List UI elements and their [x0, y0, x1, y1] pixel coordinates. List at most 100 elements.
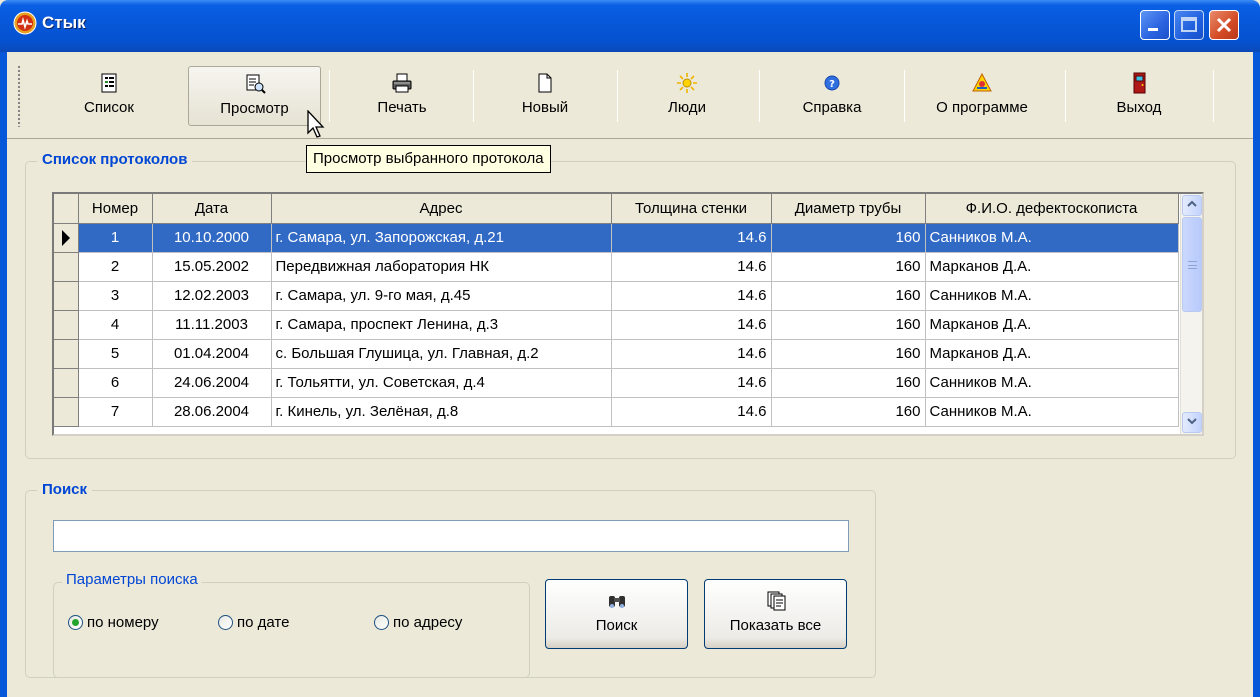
cell-address[interactable]: Передвижная лаборатория НК: [271, 252, 612, 282]
cell-address[interactable]: г. Самара, ул. Запорожская, д.21: [271, 223, 612, 253]
radio-button[interactable]: [218, 614, 233, 630]
cell-wall-thickness[interactable]: 14.6: [611, 252, 772, 282]
column-header-inspector[interactable]: Ф.И.О. дефектоскописта: [925, 194, 1179, 224]
title-bar[interactable]: Стык: [0, 0, 1260, 52]
cell-address[interactable]: г. Самара, ул. 9-го мая, д.45: [271, 281, 612, 311]
cell-number[interactable]: 7: [78, 397, 153, 427]
column-header-date[interactable]: Дата: [152, 194, 272, 224]
column-header-pipe-diameter[interactable]: Диаметр трубы: [771, 194, 926, 224]
row-indicator[interactable]: [54, 310, 79, 340]
toolbar-help-button[interactable]: ? Справка: [772, 66, 892, 126]
cell-pipe-diameter[interactable]: 160: [771, 281, 926, 311]
scroll-up-button[interactable]: [1182, 195, 1202, 216]
cell-date[interactable]: 15.05.2002: [152, 252, 272, 282]
cell-pipe-diameter[interactable]: 160: [771, 339, 926, 369]
table-row[interactable]: 6 24.06.2004 г. Тольятти, ул. Советская, д…: [54, 368, 1179, 398]
search-params-title: Параметры поиска: [62, 571, 202, 588]
toolbar-about-button[interactable]: О программе: [912, 66, 1052, 126]
cell-date[interactable]: 12.02.2003: [152, 281, 272, 311]
column-header-address[interactable]: Адрес: [271, 194, 612, 224]
toolbar-exit-label: Выход: [1116, 99, 1162, 116]
table-row[interactable]: 5 01.04.2004 с. Большая Глушица, ул. Главн…: [54, 339, 1179, 369]
window-title: Стык: [42, 13, 86, 32]
help-icon: ?: [824, 75, 840, 91]
cell-date[interactable]: 28.06.2004: [152, 397, 272, 427]
cell-date[interactable]: 24.06.2004: [152, 368, 272, 398]
toolbar-people-button[interactable]: Люди: [627, 66, 747, 126]
radio-by-address[interactable]: по адресу: [374, 613, 462, 635]
cell-number[interactable]: 2: [78, 252, 153, 282]
table-row[interactable]: 1 10.10.2000 г. Самара, ул. Запорожская, д…: [54, 223, 1179, 253]
cell-wall-thickness[interactable]: 14.6: [611, 310, 772, 340]
toolbar-new-label: Новый: [521, 99, 569, 116]
printer-icon: [392, 73, 412, 93]
cell-pipe-diameter[interactable]: 160: [771, 368, 926, 398]
cell-wall-thickness[interactable]: 14.6: [611, 397, 772, 427]
cell-wall-thickness[interactable]: 14.6: [611, 368, 772, 398]
row-indicator[interactable]: [54, 281, 79, 311]
cell-address[interactable]: г. Самара, проспект Ленина, д.3: [271, 310, 612, 340]
main-window: Стык Список Просмотр Печать Новый Люди ?…: [0, 0, 1260, 697]
cell-wall-thickness[interactable]: 14.6: [611, 281, 772, 311]
toolbar-print-button[interactable]: Печать: [342, 66, 462, 126]
cell-inspector[interactable]: Марканов Д.А.: [925, 252, 1179, 282]
radio-by-date[interactable]: по дате: [218, 613, 289, 635]
cell-pipe-diameter[interactable]: 160: [771, 252, 926, 282]
cell-inspector[interactable]: Марканов Д.А.: [925, 339, 1179, 369]
table-row[interactable]: 4 11.11.2003 г. Самара, проспект Ленина, д…: [54, 310, 1179, 340]
grid-vertical-scrollbar[interactable]: [1180, 194, 1202, 434]
search-input[interactable]: [53, 520, 849, 552]
row-indicator[interactable]: [54, 368, 79, 398]
toolbar-list-button[interactable]: Список: [57, 66, 161, 126]
cell-number[interactable]: 6: [78, 368, 153, 398]
cell-number[interactable]: 4: [78, 310, 153, 340]
row-indicator[interactable]: [54, 397, 79, 427]
table-row[interactable]: 7 28.06.2004 г. Кинель, ул. Зелёная, д.8 14…: [54, 397, 1179, 427]
row-indicator[interactable]: [54, 339, 79, 369]
cell-pipe-diameter[interactable]: 160: [771, 223, 926, 253]
table-row[interactable]: 2 15.05.2002 Передвижная лаборатория НК 14.…: [54, 252, 1179, 282]
show-all-button[interactable]: Показать все: [704, 579, 847, 649]
toolbar-view-label: Просмотр: [220, 100, 289, 117]
toolbar-view-button[interactable]: Просмотр: [188, 66, 321, 126]
toolbar-about-label: О программе: [936, 99, 1028, 116]
cell-inspector[interactable]: Санников М.А.: [925, 397, 1179, 427]
cell-number[interactable]: 3: [78, 281, 153, 311]
toolbar-new-button[interactable]: Новый: [485, 66, 605, 126]
close-button[interactable]: [1209, 10, 1239, 40]
table-row[interactable]: 3 12.02.2003 г. Самара, ул. 9-го мая, д.45…: [54, 281, 1179, 311]
cell-address[interactable]: г. Тольятти, ул. Советская, д.4: [271, 368, 612, 398]
toolbar-exit-button[interactable]: Выход: [1079, 66, 1199, 126]
cell-wall-thickness[interactable]: 14.6: [611, 223, 772, 253]
cell-number[interactable]: 5: [78, 339, 153, 369]
cell-date[interactable]: 01.04.2004: [152, 339, 272, 369]
toolbar-separator: [1065, 70, 1066, 122]
cell-pipe-diameter[interactable]: 160: [771, 310, 926, 340]
cell-inspector[interactable]: Марканов Д.А.: [925, 310, 1179, 340]
cell-date[interactable]: 11.11.2003: [152, 310, 272, 340]
row-indicator[interactable]: [54, 252, 79, 282]
maximize-button[interactable]: [1174, 10, 1204, 40]
radio-button[interactable]: [374, 614, 389, 630]
scroll-down-button[interactable]: [1182, 412, 1202, 433]
row-indicator[interactable]: [54, 223, 79, 253]
cell-address[interactable]: с. Большая Глушица, ул. Главная, д.2: [271, 339, 612, 369]
cell-address[interactable]: г. Кинель, ул. Зелёная, д.8: [271, 397, 612, 427]
minimize-button[interactable]: [1140, 10, 1170, 40]
column-header-number[interactable]: Номер: [78, 194, 153, 224]
column-header-wall-thickness[interactable]: Толщина стенки: [611, 194, 772, 224]
radio-by-number[interactable]: по номеру: [68, 613, 159, 635]
cell-inspector[interactable]: Санников М.А.: [925, 223, 1179, 253]
search-button[interactable]: Поиск: [545, 579, 688, 649]
cell-date[interactable]: 10.10.2000: [152, 223, 272, 253]
cell-inspector[interactable]: Санников М.А.: [925, 281, 1179, 311]
protocols-table: Номер Дата Адрес Толщина стенки Диаметр …: [54, 194, 1179, 427]
cell-inspector[interactable]: Санников М.А.: [925, 368, 1179, 398]
toolbar-grip[interactable]: [17, 65, 22, 127]
cell-pipe-diameter[interactable]: 160: [771, 397, 926, 427]
protocols-grid[interactable]: Номер Дата Адрес Толщина стенки Диаметр …: [52, 192, 1204, 436]
cell-wall-thickness[interactable]: 14.6: [611, 339, 772, 369]
scroll-thumb[interactable]: [1182, 217, 1202, 312]
radio-button-checked[interactable]: [68, 614, 83, 630]
cell-number[interactable]: 1: [78, 223, 153, 253]
